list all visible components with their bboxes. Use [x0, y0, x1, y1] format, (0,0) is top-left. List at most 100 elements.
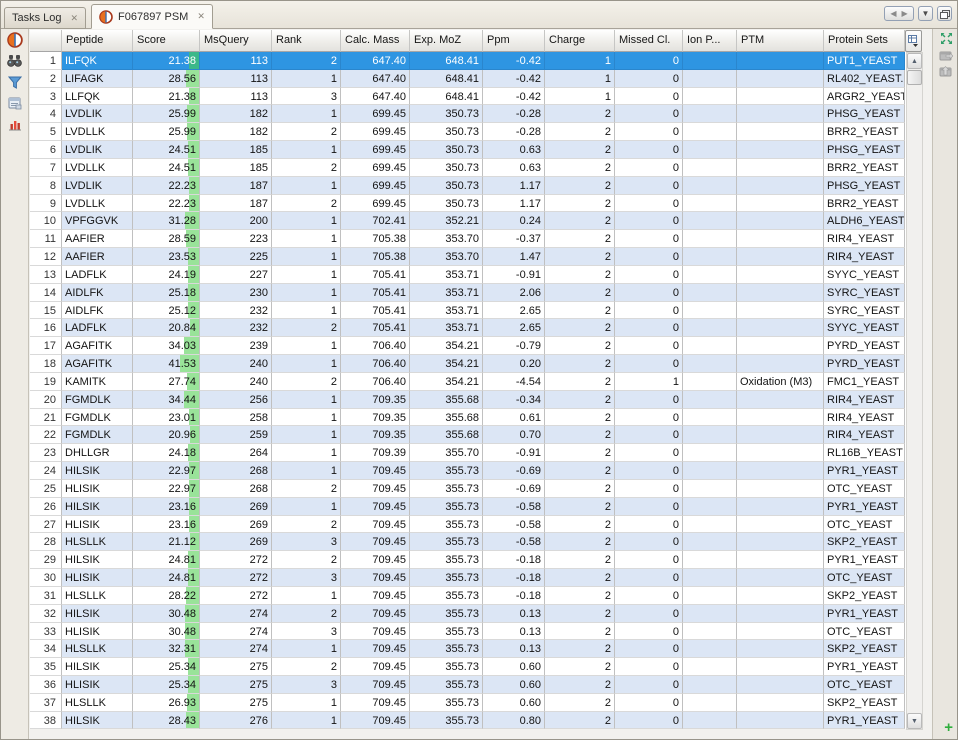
tab-tasks-log[interactable]: Tasks Log ✕ [4, 7, 86, 29]
table-row[interactable]: 17AGAFITK34.032391706.40354.21-0.7920PYR… [30, 337, 906, 355]
column-header-score[interactable]: Score [133, 30, 200, 52]
column-header-missed[interactable]: Missed Cl. [615, 30, 683, 52]
table-row[interactable]: 28HLSLLK21.122693709.45355.73-0.5820SKP2… [30, 533, 906, 551]
column-header-num[interactable] [30, 30, 62, 52]
table-row[interactable]: 36HLISIK25.342753709.45355.730.6020OTC_Y… [30, 676, 906, 694]
table-row[interactable]: 10VPFGGVK31.282001702.41352.210.2420ALDH… [30, 212, 906, 230]
table-row[interactable]: 25HLISIK22.972682709.45355.73-0.6920OTC_… [30, 480, 906, 498]
open-window-icon[interactable] [938, 64, 954, 78]
table-row[interactable]: 30HLISIK24.812723709.45355.73-0.1820OTC_… [30, 569, 906, 587]
table-row[interactable]: 3LLFQK21.381133647.40648.41-0.4210ARGR2_… [30, 88, 906, 106]
column-header-ptm[interactable]: PTM [737, 30, 824, 52]
cell-ptm [737, 712, 824, 730]
column-header-calcmass[interactable]: Calc. Mass [341, 30, 410, 52]
table-row[interactable]: 27HLISIK23.162692709.45355.73-0.5820OTC_… [30, 516, 906, 534]
cell-rank: 2 [272, 52, 341, 70]
navigation-arrows[interactable]: ◀ ▶ [884, 6, 914, 21]
table-row[interactable]: 11AAFIER28.592231705.38353.70-0.3720RIR4… [30, 230, 906, 248]
scrollbar-thumb[interactable] [907, 70, 922, 85]
cell-score: 24.18 [133, 444, 200, 462]
detach-icon[interactable] [938, 48, 954, 62]
cell-ionp [683, 337, 737, 355]
table-row[interactable]: 9LVDLLK22.231872699.45350.731.1720BRR2_Y… [30, 195, 906, 213]
table-row[interactable]: 29HILSIK24.812722709.45355.73-0.1820PYR1… [30, 551, 906, 569]
cell-peptide: VPFGGVK [62, 212, 133, 230]
cell-charge: 2 [545, 623, 615, 641]
table-row[interactable]: 18AGAFITK41.532401706.40354.210.2020PYRD… [30, 355, 906, 373]
cell-calcmass: 699.45 [341, 141, 410, 159]
table-row[interactable]: 8LVDLIK22.231871699.45350.731.1720PHSG_Y… [30, 177, 906, 195]
scroll-up-button[interactable]: ▲ [907, 53, 922, 69]
decoy-pie-icon[interactable] [5, 32, 25, 48]
cell-rank: 1 [272, 498, 341, 516]
column-header-peptide[interactable]: Peptide [62, 30, 133, 52]
filter-icon[interactable] [5, 74, 25, 90]
table-row[interactable]: 38HILSIK28.432761709.45355.730.8020PYR1_… [30, 712, 906, 730]
table-row[interactable]: 16LADFLK20.842322705.41353.712.6520SYYC_… [30, 319, 906, 337]
cell-calcmass: 709.45 [341, 480, 410, 498]
table-row[interactable]: 14AIDLFK25.182301705.41353.712.0620SYRC_… [30, 284, 906, 302]
close-icon[interactable]: ✕ [71, 14, 79, 23]
column-header-protein[interactable]: Protein Sets [824, 30, 905, 52]
tab-psm[interactable]: F067897 PSM ✕ [91, 4, 213, 29]
table-row[interactable]: 15AIDLFK25.122321705.41353.712.6520SYRC_… [30, 302, 906, 320]
cell-rank: 3 [272, 569, 341, 587]
column-header-ppm[interactable]: Ppm [483, 30, 545, 52]
column-header-expmoz[interactable]: Exp. MoZ [410, 30, 483, 52]
cell-msquery: 113 [200, 52, 272, 70]
cell-expmoz: 355.70 [410, 444, 483, 462]
cell-charge: 2 [545, 658, 615, 676]
table-row[interactable]: 4LVDLIK25.991821699.45350.73-0.2820PHSG_… [30, 105, 906, 123]
cell-charge: 2 [545, 177, 615, 195]
table-row[interactable]: 34HLSLLK32.312741709.45355.730.1320SKP2_… [30, 640, 906, 658]
table-row[interactable]: 35HILSIK25.342752709.45355.730.6020PYR1_… [30, 658, 906, 676]
cell-rank: 1 [272, 230, 341, 248]
arrow-left-icon[interactable]: ◀ [890, 9, 896, 18]
table-row[interactable]: 24HILSIK22.972681709.45355.73-0.6920PYR1… [30, 462, 906, 480]
table-row[interactable]: 6LVDLIK24.511851699.45350.730.6320PHSG_Y… [30, 141, 906, 159]
table-row[interactable]: 22FGMDLK20.962591709.35355.680.7020RIR4_… [30, 426, 906, 444]
column-header-charge[interactable]: Charge [545, 30, 615, 52]
table-row[interactable]: 13LADFLK24.192271705.41353.71-0.9120SYYC… [30, 266, 906, 284]
cell-missed: 0 [615, 355, 683, 373]
table-row[interactable]: 1ILFQK21.381132647.40648.41-0.4210PUT1_Y… [30, 52, 906, 70]
tab-list-dropdown-button[interactable]: ▼ [918, 6, 933, 21]
cell-msquery: 275 [200, 658, 272, 676]
cell-ionp [683, 569, 737, 587]
vertical-scrollbar[interactable]: ▲ ▼ [906, 52, 923, 730]
column-header-msquery[interactable]: MsQuery [200, 30, 272, 52]
cell-charge: 2 [545, 533, 615, 551]
table-row[interactable]: 31HLSLLK28.222721709.45355.73-0.1820SKP2… [30, 587, 906, 605]
table-row[interactable]: 23DHLLGR24.182641709.39355.70-0.9120RL16… [30, 444, 906, 462]
table-row[interactable]: 26HILSIK23.162691709.45355.73-0.5820PYR1… [30, 498, 906, 516]
chart-icon[interactable] [5, 116, 25, 132]
table-row[interactable]: 32HILSIK30.482742709.45355.730.1320PYR1_… [30, 605, 906, 623]
table-row[interactable]: 12AAFIER23.532251705.38353.701.4720RIR4_… [30, 248, 906, 266]
cell-protein: BRR2_YEAST [824, 159, 905, 177]
add-icon[interactable]: + [944, 720, 953, 735]
table-row[interactable]: 7LVDLLK24.511852699.45350.730.6320BRR2_Y… [30, 159, 906, 177]
arrow-right-icon[interactable]: ▶ [902, 9, 908, 18]
column-header-rank[interactable]: Rank [272, 30, 341, 52]
table-row[interactable]: 2LIFAGK28.561131647.40648.41-0.4210RL402… [30, 70, 906, 88]
expand-icon[interactable] [938, 31, 954, 45]
cell-msquery: 232 [200, 302, 272, 320]
column-selector-button[interactable] [905, 30, 922, 52]
table-row[interactable]: 37HLSLLK26.932751709.45355.730.6020SKP2_… [30, 694, 906, 712]
export-report-icon[interactable] [5, 95, 25, 111]
column-header-ionp[interactable]: Ion P... [683, 30, 737, 52]
table-row[interactable]: 19KAMITK27.742402706.40354.21-4.5421Oxid… [30, 373, 906, 391]
table-row[interactable]: 20FGMDLK34.442561709.35355.68-0.3420RIR4… [30, 391, 906, 409]
table-row[interactable]: 5LVDLLK25.991822699.45350.73-0.2820BRR2_… [30, 123, 906, 141]
restore-window-icon [940, 10, 949, 18]
table-row[interactable]: 33HLISIK30.482743709.45355.730.1320OTC_Y… [30, 623, 906, 641]
cell-expmoz: 355.68 [410, 391, 483, 409]
float-window-button[interactable] [937, 6, 952, 21]
search-icon[interactable] [5, 53, 25, 69]
cell-score: 25.34 [133, 658, 200, 676]
close-icon[interactable]: ✕ [197, 12, 205, 21]
table-row[interactable]: 21FGMDLK23.012581709.35355.680.6120RIR4_… [30, 409, 906, 427]
scroll-down-button[interactable]: ▼ [907, 713, 922, 729]
cell-expmoz: 355.73 [410, 658, 483, 676]
cell-num: 30 [30, 569, 62, 587]
